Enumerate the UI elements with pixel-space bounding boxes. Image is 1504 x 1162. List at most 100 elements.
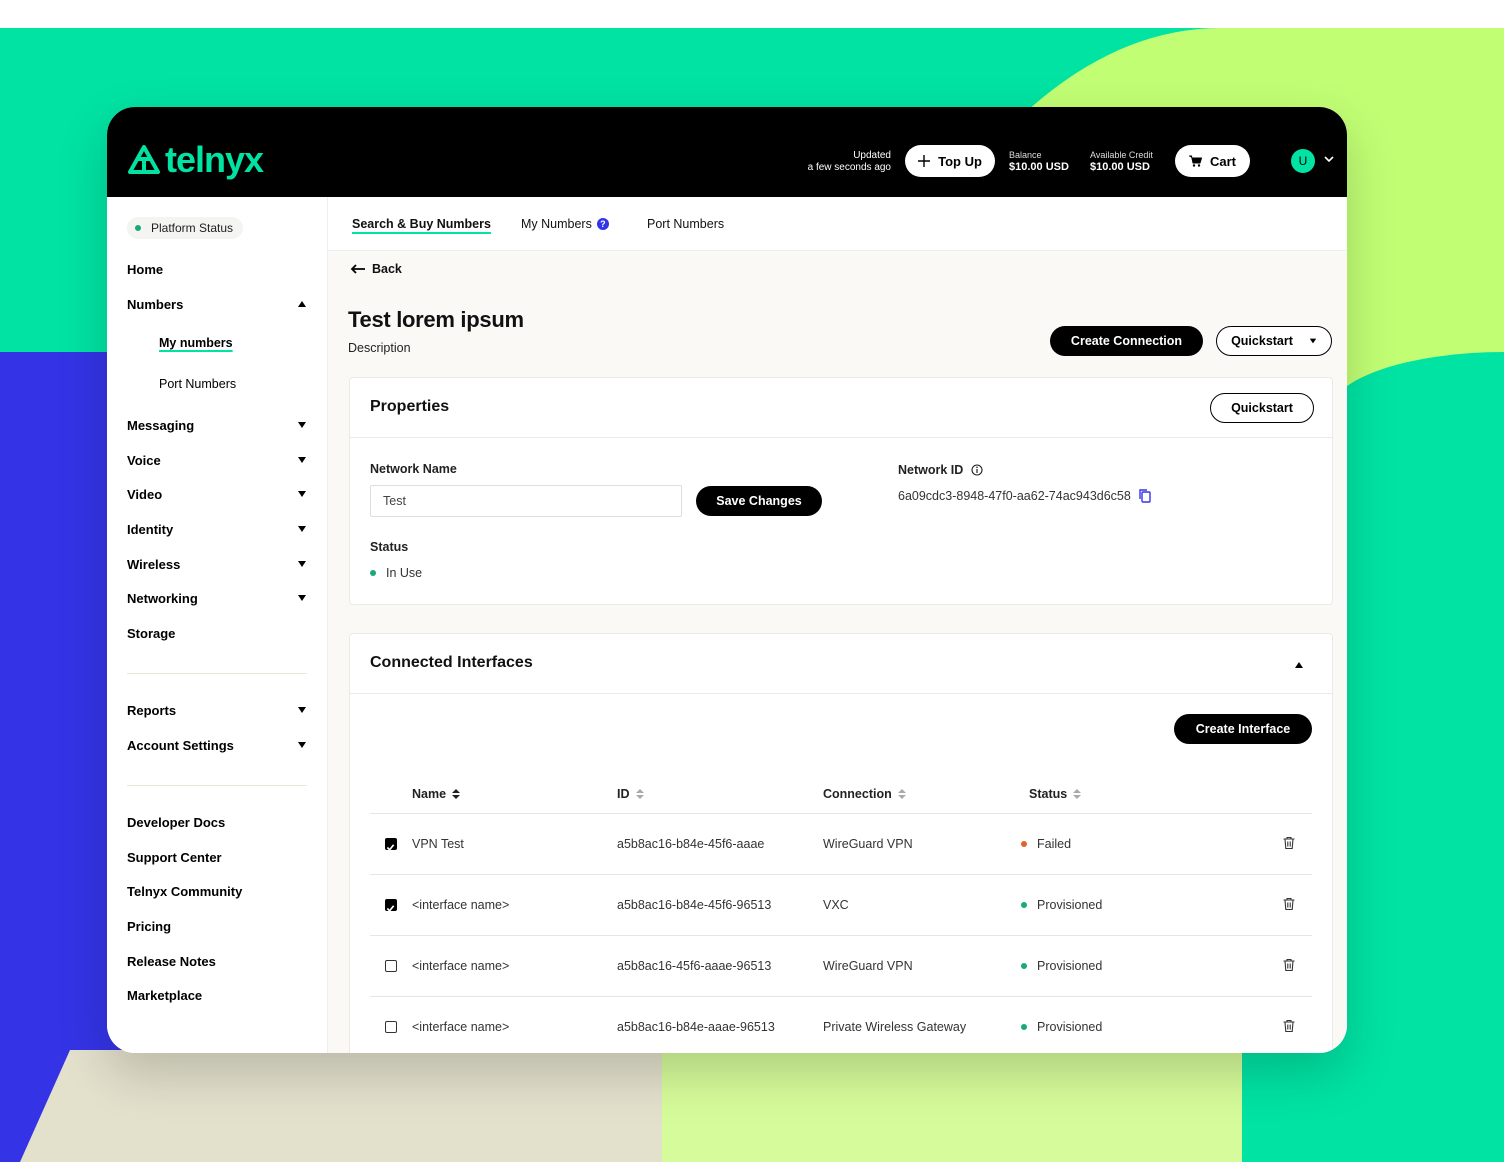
sidebar-item-label: Home — [127, 262, 164, 277]
sidebar-item-account-settings[interactable]: Account Settings — [127, 738, 307, 753]
cell-name: <interface name> — [412, 959, 510, 973]
trash-icon[interactable] — [1282, 1019, 1296, 1033]
updated-label: Updated — [853, 150, 891, 161]
copy-icon[interactable] — [1139, 489, 1151, 503]
column-connection[interactable]: Connection — [823, 787, 906, 801]
tab-my-numbers[interactable]: My Numbers? — [521, 217, 609, 231]
sidebar-item-label: Release Notes — [127, 954, 216, 969]
sidebar-item-developer-docs[interactable]: Developer Docs — [127, 815, 307, 830]
sidebar-item-label: Wireless — [127, 557, 181, 572]
network-id-label: Network ID — [898, 463, 983, 477]
help-icon[interactable]: ? — [596, 218, 609, 230]
main-content: Search & Buy Numbers My Numbers? Port Nu… — [328, 197, 1347, 1053]
trash-icon[interactable] — [1282, 897, 1296, 911]
sidebar-item-pricing[interactable]: Pricing — [127, 919, 307, 934]
table-row[interactable]: <interface name> a5b8ac16-45f6-aaae-9651… — [370, 936, 1312, 997]
sidebar-item-label: Telnyx Community — [127, 884, 243, 899]
caret-down-icon — [298, 595, 306, 601]
row-checkbox[interactable] — [385, 960, 397, 972]
status-value: In Use — [370, 566, 422, 580]
sidebar-item-label: Marketplace — [127, 988, 203, 1003]
save-changes-button[interactable]: Save Changes — [696, 486, 822, 516]
field-label-text: Network Name — [370, 462, 457, 476]
sidebar-item-release-notes[interactable]: Release Notes — [127, 954, 307, 969]
table-row[interactable]: <interface name> a5b8ac16-b84e-45f6-9651… — [370, 875, 1312, 936]
connected-interfaces-card: Connected Interfaces Create Interface Na… — [349, 633, 1333, 1053]
tab-label: Port Numbers — [647, 217, 725, 231]
cart-icon — [1188, 155, 1202, 167]
sidebar-item-storage[interactable]: Storage — [127, 626, 307, 641]
network-id-text: 6a09cdc3-8948-47f0-aa62-74ac943d6c58 — [898, 489, 1131, 503]
sidebar-item-networking[interactable]: Networking — [127, 591, 307, 606]
cell-status: Failed — [1021, 837, 1071, 851]
info-icon[interactable] — [971, 464, 983, 476]
tab-port-numbers[interactable]: Port Numbers — [647, 217, 724, 231]
sort-icon — [1073, 789, 1082, 799]
column-label: ID — [617, 787, 630, 801]
row-checkbox[interactable] — [385, 1021, 397, 1033]
caret-down-icon — [298, 561, 306, 567]
network-id-value: 6a09cdc3-8948-47f0-aa62-74ac943d6c58 — [898, 489, 1151, 503]
create-connection-button[interactable]: Create Connection — [1050, 326, 1203, 356]
sidebar-item-telnyx-community[interactable]: Telnyx Community — [127, 884, 307, 899]
plus-icon — [918, 155, 931, 167]
cart-label: Cart — [1209, 153, 1236, 169]
row-checkbox[interactable] — [385, 899, 397, 912]
updated-indicator: Updated a few seconds ago — [808, 150, 891, 174]
sidebar-item-my-numbers[interactable]: My numbers — [159, 336, 339, 350]
page-description: Description — [348, 341, 411, 355]
status-dot-icon — [1021, 902, 1027, 908]
cell-name: VPN Test — [412, 837, 464, 851]
sidebar-item-label: Video — [127, 487, 163, 502]
sidebar-item-marketplace[interactable]: Marketplace — [127, 988, 307, 1003]
quickstart-dropdown[interactable]: Quickstart — [1216, 326, 1332, 356]
column-status[interactable]: Status — [1029, 787, 1082, 801]
cell-id: a5b8ac16-b84e-45f6-aaae — [617, 837, 765, 851]
sidebar-item-home[interactable]: Home — [127, 262, 307, 277]
network-name-input[interactable] — [370, 485, 682, 517]
sidebar-item-label: Developer Docs — [127, 815, 226, 830]
chevron-down-icon[interactable] — [1323, 153, 1335, 165]
create-interface-label: Create Interface — [1195, 722, 1291, 736]
sidebar-item-numbers[interactable]: Numbers — [127, 297, 307, 312]
table-row[interactable]: VPN Test a5b8ac16-b84e-45f6-aaae WireGua… — [370, 814, 1312, 875]
sidebar-item-identity[interactable]: Identity — [127, 522, 307, 537]
sidebar-item-support-center[interactable]: Support Center — [127, 850, 307, 865]
check-icon — [386, 905, 395, 912]
cell-status: Provisioned — [1021, 959, 1102, 973]
sidebar-item-wireless[interactable]: Wireless — [127, 557, 307, 572]
create-connection-label: Create Connection — [1070, 334, 1183, 348]
create-interface-button[interactable]: Create Interface — [1174, 714, 1312, 744]
avatar[interactable]: U — [1291, 149, 1315, 173]
trash-icon[interactable] — [1282, 836, 1296, 850]
column-label: Status — [1029, 787, 1068, 801]
balance: Balance $10.00 USD — [1009, 150, 1069, 173]
sidebar-item-messaging[interactable]: Messaging — [127, 418, 307, 433]
sidebar-item-label: Voice — [127, 453, 161, 468]
status-text: Provisioned — [1037, 1020, 1103, 1034]
cell-id: a5b8ac16-45f6-aaae-96513 — [617, 959, 772, 973]
sidebar-item-port-numbers[interactable]: Port Numbers — [159, 377, 339, 391]
caret-up-icon[interactable] — [1294, 660, 1304, 670]
trash-icon[interactable] — [1282, 958, 1296, 972]
top-bar: telnyx Updated a few seconds ago Top Up … — [107, 107, 1347, 197]
quickstart-button[interactable]: Quickstart — [1210, 393, 1314, 423]
credit-label: Available Credit — [1090, 150, 1153, 160]
column-id[interactable]: ID — [617, 787, 644, 801]
cart-button[interactable]: Cart — [1175, 145, 1250, 177]
row-checkbox[interactable] — [385, 838, 397, 851]
back-label: Back — [372, 262, 402, 276]
table-row[interactable]: <interface name> a5b8ac16-b84e-aaae-9651… — [370, 997, 1312, 1053]
top-up-button[interactable]: Top Up — [905, 145, 995, 177]
sidebar-item-voice[interactable]: Voice — [127, 453, 307, 468]
sidebar-divider — [127, 673, 307, 674]
telnyx-logo[interactable]: telnyx — [127, 139, 264, 181]
back-link[interactable]: Back — [350, 262, 402, 276]
column-name[interactable]: Name — [412, 787, 461, 801]
platform-status-badge[interactable]: Platform Status — [127, 217, 244, 239]
sidebar-item-reports[interactable]: Reports — [127, 703, 307, 718]
sidebar-item-label: Port Numbers — [159, 377, 237, 391]
cell-connection: VXC — [823, 898, 849, 912]
sidebar-item-video[interactable]: Video — [127, 487, 307, 502]
tab-search-buy-numbers[interactable]: Search & Buy Numbers — [352, 217, 491, 231]
